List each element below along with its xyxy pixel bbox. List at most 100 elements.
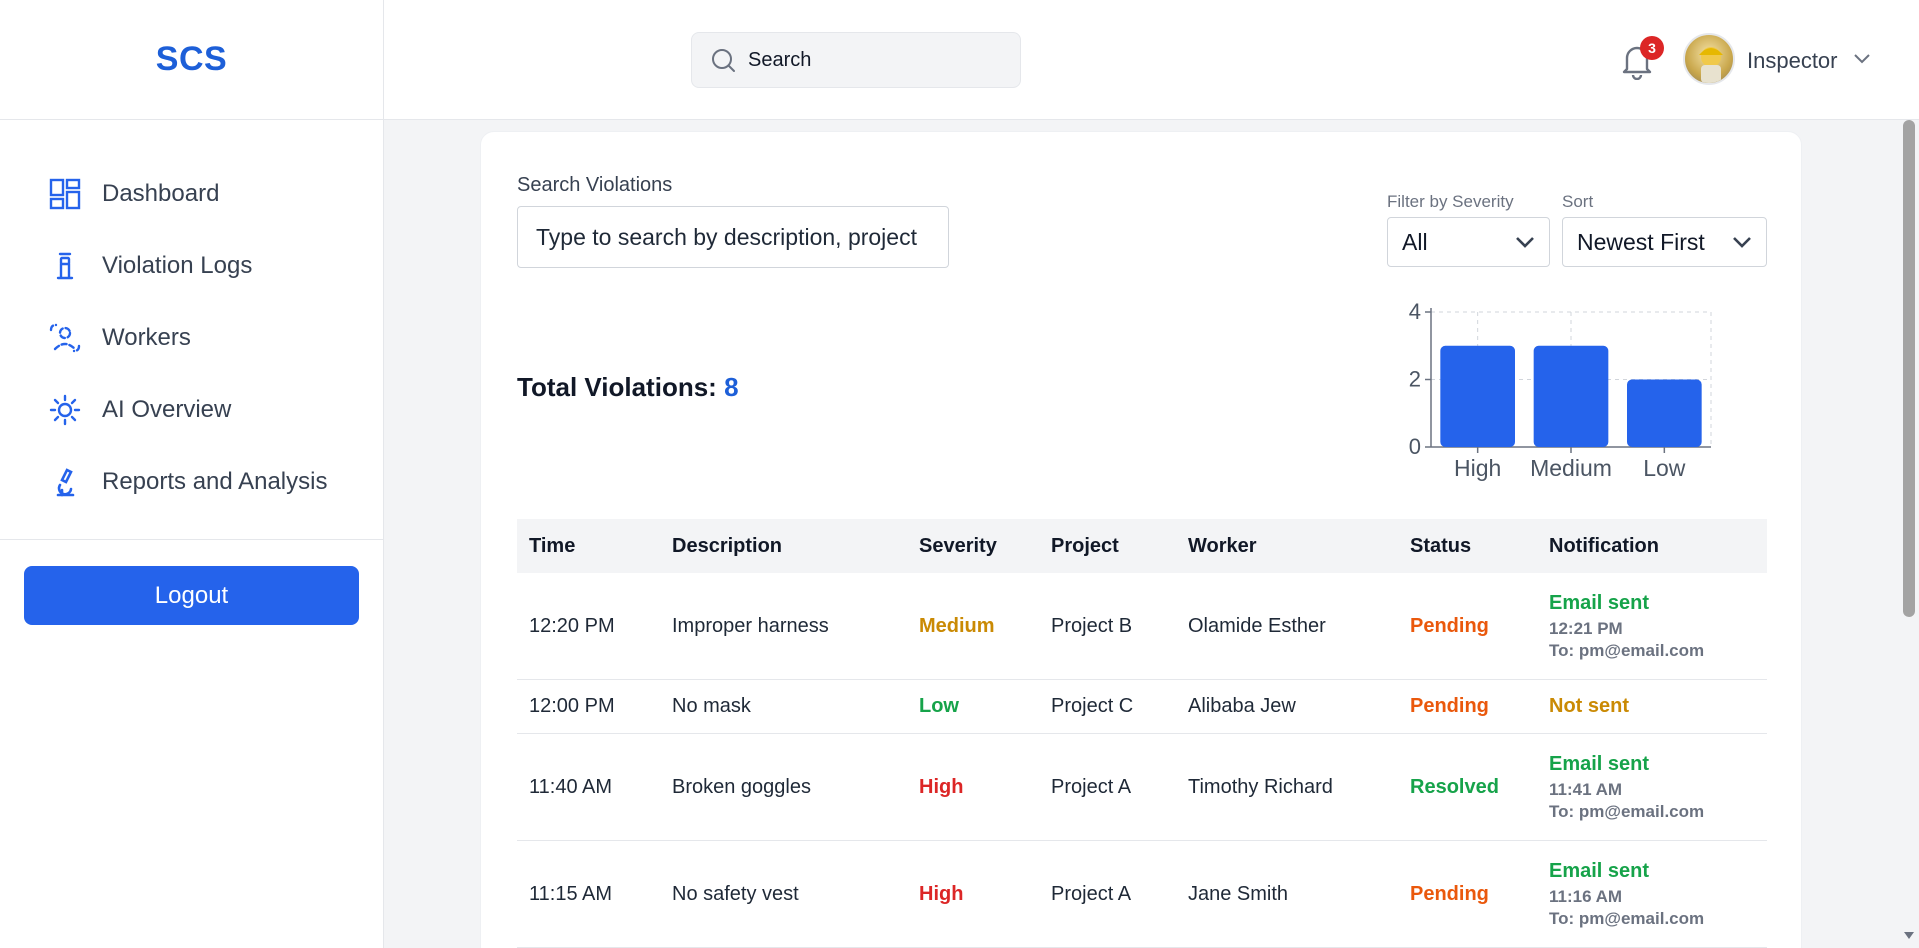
bar-low [1627, 379, 1702, 447]
sort-value: Newest First [1577, 228, 1705, 255]
global-search[interactable] [691, 32, 1021, 88]
cell-time: 11:40 AM [529, 775, 613, 798]
table-header: Time Description Severity Project Worker Stat… [517, 519, 1767, 573]
table-row[interactable]: 12:00 PM No mask Low Project C Alibaba Jew Pe… [517, 680, 1767, 734]
column-header[interactable]: Worker [1176, 535, 1398, 558]
y-tick-label: 0 [1409, 434, 1421, 459]
chevron-down-icon [1733, 237, 1751, 248]
sidebar-item-dashboard[interactable]: Dashboard [0, 158, 383, 230]
sidebar-item-label: Reports and Analysis [102, 468, 328, 495]
cell-worker: Jane Smith [1188, 882, 1289, 905]
search-icon [710, 47, 736, 73]
avatar[interactable] [1683, 33, 1735, 85]
status-badge: Pending [1410, 695, 1489, 717]
sidebar-nav: Dashboard Violation Logs Workers AI Over… [0, 120, 383, 540]
status-badge: Pending [1410, 614, 1489, 637]
chevron-down-icon [1516, 237, 1534, 248]
table-row[interactable]: 11:15 AM No safety vest High Project A Jane … [517, 841, 1767, 948]
sidebar-item-reports[interactable]: Reports and Analysis [0, 446, 383, 518]
cell-project: Project A [1051, 775, 1132, 798]
sort-label: Sort [1562, 192, 1594, 211]
scroll-down-arrow-icon[interactable] [1903, 930, 1915, 940]
dashboard-grid-icon [48, 177, 82, 211]
sidebar-item-ai-overview[interactable]: AI Overview [0, 374, 383, 446]
brand-logo[interactable]: SCS [0, 0, 383, 120]
sidebar: SCS Dashboard Violation Logs Workers AI … [0, 0, 384, 948]
y-tick-label: 2 [1409, 367, 1421, 392]
severity-filter-select[interactable]: All [1387, 217, 1550, 267]
bar-high [1440, 345, 1515, 447]
cell-description: Broken goggles [672, 775, 811, 798]
scrollbar-thumb[interactable] [1903, 120, 1915, 617]
cell-time: 12:20 PM [529, 614, 615, 637]
chevron-down-icon[interactable] [1853, 52, 1871, 66]
severity-badge: High [919, 775, 964, 798]
cell-worker: Timothy Richard [1188, 775, 1333, 798]
notification-badge: 3 [1640, 36, 1664, 60]
total-violations-count: 8 [724, 372, 739, 402]
severity-badge: Low [919, 695, 959, 717]
brand-text: SCS [155, 40, 228, 78]
total-violations: Total Violations: 8 [517, 372, 739, 403]
microscope-icon [48, 465, 82, 499]
notification-status: Not sent [1549, 695, 1629, 717]
cell-project: Project C [1051, 695, 1134, 717]
notification-time: 11:16 AM [1549, 886, 1623, 906]
total-violations-label: Total Violations: [517, 372, 717, 402]
column-header[interactable]: Status [1398, 535, 1537, 558]
violations-search-input[interactable] [517, 206, 949, 268]
cell-time: 11:15 AM [529, 882, 613, 905]
column-header[interactable]: Description [660, 535, 907, 558]
column-header[interactable]: Notification [1537, 535, 1767, 558]
column-header[interactable]: Project [1039, 535, 1176, 558]
violations-table: Time Description Severity Project Worker Stat… [517, 519, 1767, 948]
cell-project: Project B [1051, 614, 1133, 637]
status-badge: Resolved [1410, 775, 1499, 798]
severity-badge: Medium [919, 614, 995, 637]
cell-time: 12:00 PM [529, 695, 615, 717]
sidebar-item-label: Violation Logs [102, 252, 253, 279]
y-tick-label: 4 [1409, 299, 1421, 324]
search-violations-label: Search Violations [517, 174, 673, 196]
sidebar-item-workers[interactable]: Workers [0, 302, 383, 374]
violations-card: Search Violations Filter by Severity All… [480, 131, 1802, 948]
notification-status: Email sent [1549, 591, 1650, 614]
cell-description: No mask [672, 695, 751, 717]
cell-description: Improper harness [672, 614, 829, 637]
cell-worker: Alibaba Jew [1188, 695, 1296, 717]
notification-recipient: To: pm@email.com [1549, 801, 1705, 821]
cell-worker: Olamide Esther [1188, 614, 1326, 637]
workers-icon [48, 321, 82, 355]
x-tick-label: Low [1643, 455, 1686, 481]
table-body: 12:20 PM Improper harness Medium Project B O… [517, 573, 1767, 948]
logout-button[interactable]: Logout [24, 566, 359, 625]
sidebar-item-label: Dashboard [102, 180, 220, 207]
sort-select[interactable]: Newest First [1562, 217, 1767, 267]
sidebar-item-violation-logs[interactable]: Violation Logs [0, 230, 383, 302]
table-row[interactable]: 11:40 AM Broken goggles High Project A Timot… [517, 734, 1767, 841]
severity-filter-label: Filter by Severity [1387, 192, 1514, 211]
x-tick-label: Medium [1530, 455, 1612, 481]
user-name[interactable]: Inspector [1747, 48, 1838, 74]
notification-recipient: To: pm@email.com [1549, 908, 1705, 928]
column-header[interactable]: Time [517, 535, 660, 558]
x-tick-label: High [1454, 455, 1501, 481]
top-header: 3 Inspector [384, 0, 1919, 120]
notification-time: 12:21 PM [1549, 618, 1623, 638]
table-row[interactable]: 12:20 PM Improper harness Medium Project B O… [517, 573, 1767, 680]
severity-filter-value: All [1402, 228, 1428, 255]
column-header[interactable]: Severity [907, 535, 1039, 558]
cell-description: No safety vest [672, 882, 799, 905]
status-badge: Pending [1410, 882, 1489, 905]
notification-time: 11:41 AM [1549, 779, 1623, 799]
severity-badge: High [919, 882, 964, 905]
notification-status: Email sent [1549, 752, 1650, 775]
sidebar-item-label: Workers [102, 324, 191, 351]
search-input[interactable] [748, 48, 1008, 72]
violation-log-icon [48, 249, 82, 283]
severity-bar-chart: 0 2 4 High Medium Low [1409, 299, 1712, 481]
bar-medium [1533, 345, 1609, 447]
sidebar-item-label: AI Overview [102, 396, 232, 423]
sun-icon [48, 393, 82, 427]
notification-recipient: To: pm@email.com [1549, 640, 1705, 660]
